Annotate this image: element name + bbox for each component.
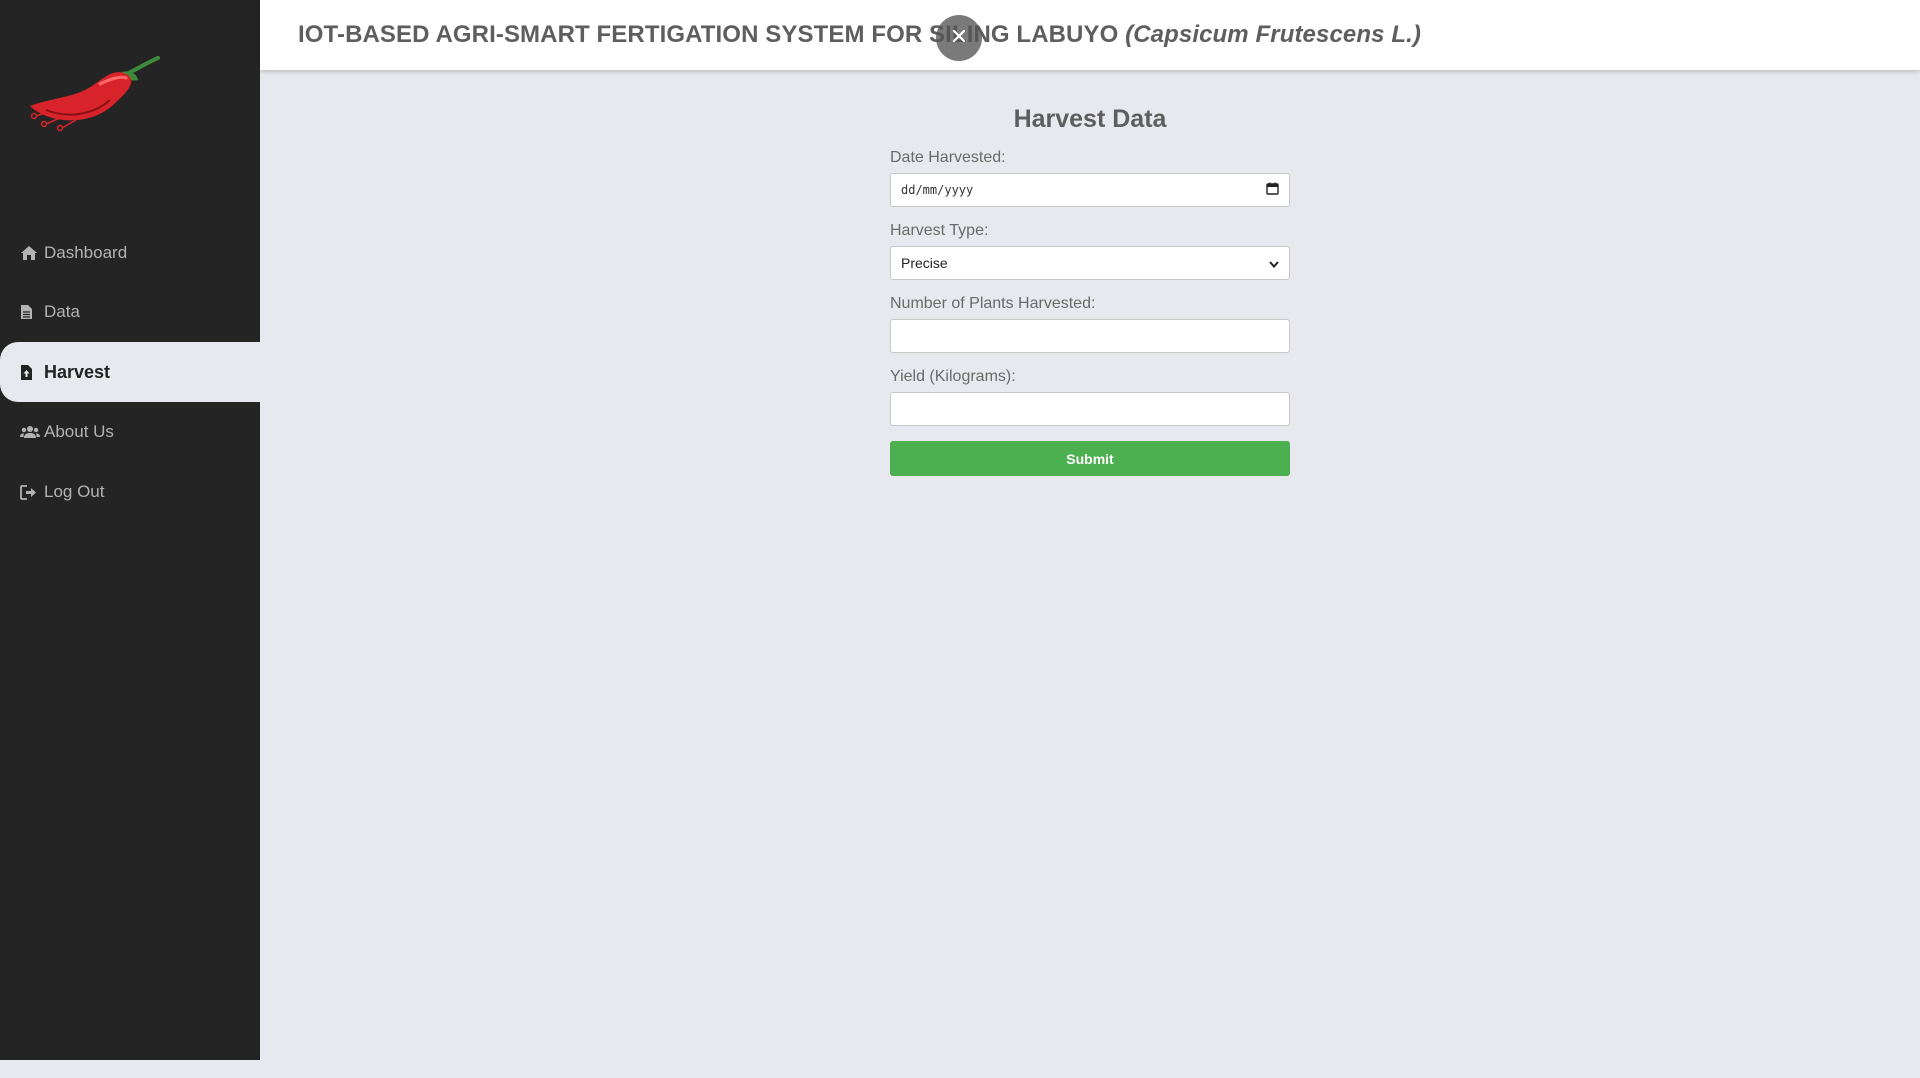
- harvest-type-group: Harvest Type: Precise: [890, 222, 1290, 280]
- date-harvested-input[interactable]: dd/mm/yyyy: [890, 173, 1290, 207]
- harvest-form: Harvest Data Date Harvested: dd/mm/yyyy …: [890, 105, 1290, 476]
- sidebar-item-log-out[interactable]: Log Out: [0, 462, 260, 522]
- sidebar-item-label: About Us: [44, 422, 114, 441]
- page-title: IOT-BASED AGRI-SMART FERTIGATION SYSTEM …: [298, 21, 1421, 49]
- sidebar-item-dashboard[interactable]: Dashboard: [0, 223, 260, 283]
- yield-label: Yield (Kilograms):: [890, 368, 1016, 385]
- home-icon: [20, 244, 40, 262]
- file-icon: [20, 303, 40, 321]
- file-upload-icon: [20, 363, 40, 381]
- title-scientific-name: (Capsicum Frutescens L.): [1125, 21, 1421, 48]
- sidebar-item-harvest[interactable]: Harvest: [0, 342, 260, 402]
- submit-button[interactable]: Submit: [890, 441, 1290, 476]
- harvest-type-select[interactable]: Precise: [890, 246, 1290, 280]
- top-header: IOT-BASED AGRI-SMART FERTIGATION SYSTEM …: [260, 0, 1920, 70]
- plants-group: Number of Plants Harvested:: [890, 295, 1290, 353]
- date-group: Date Harvested: dd/mm/yyyy: [890, 149, 1290, 207]
- sidebar: Dashboard Data Harvest About Us Log Out: [0, 0, 260, 1060]
- sidebar-item-label: Data: [44, 302, 80, 321]
- sidebar-item-label: Dashboard: [44, 243, 128, 262]
- harvest-type-value: Precise: [901, 255, 948, 271]
- chili-pepper-logo: [26, 56, 164, 132]
- users-icon: [20, 423, 40, 441]
- form-title: Harvest Data: [1013, 105, 1167, 133]
- harvest-type-label: Harvest Type:: [890, 222, 989, 239]
- date-placeholder: dd/mm/yyyy: [901, 183, 974, 197]
- close-icon: [952, 29, 966, 48]
- sidebar-item-label: Log Out: [44, 482, 105, 501]
- chevron-down-icon: [1269, 255, 1279, 271]
- yield-group: Yield (Kilograms):: [890, 368, 1290, 426]
- sidebar-item-about-us[interactable]: About Us: [0, 402, 260, 462]
- title-text: IOT-BASED AGRI-SMART FERTIGATION SYSTEM …: [298, 21, 1126, 48]
- close-button[interactable]: [936, 15, 982, 61]
- sign-out-icon: [20, 483, 40, 501]
- sidebar-item-label: Harvest: [44, 361, 111, 382]
- calendar-icon[interactable]: [1266, 182, 1279, 198]
- plants-label: Number of Plants Harvested:: [890, 295, 1096, 312]
- yield-input[interactable]: [890, 392, 1290, 426]
- plants-harvested-input[interactable]: [890, 319, 1290, 353]
- date-label: Date Harvested:: [890, 149, 1006, 166]
- sidebar-item-data[interactable]: Data: [0, 282, 260, 342]
